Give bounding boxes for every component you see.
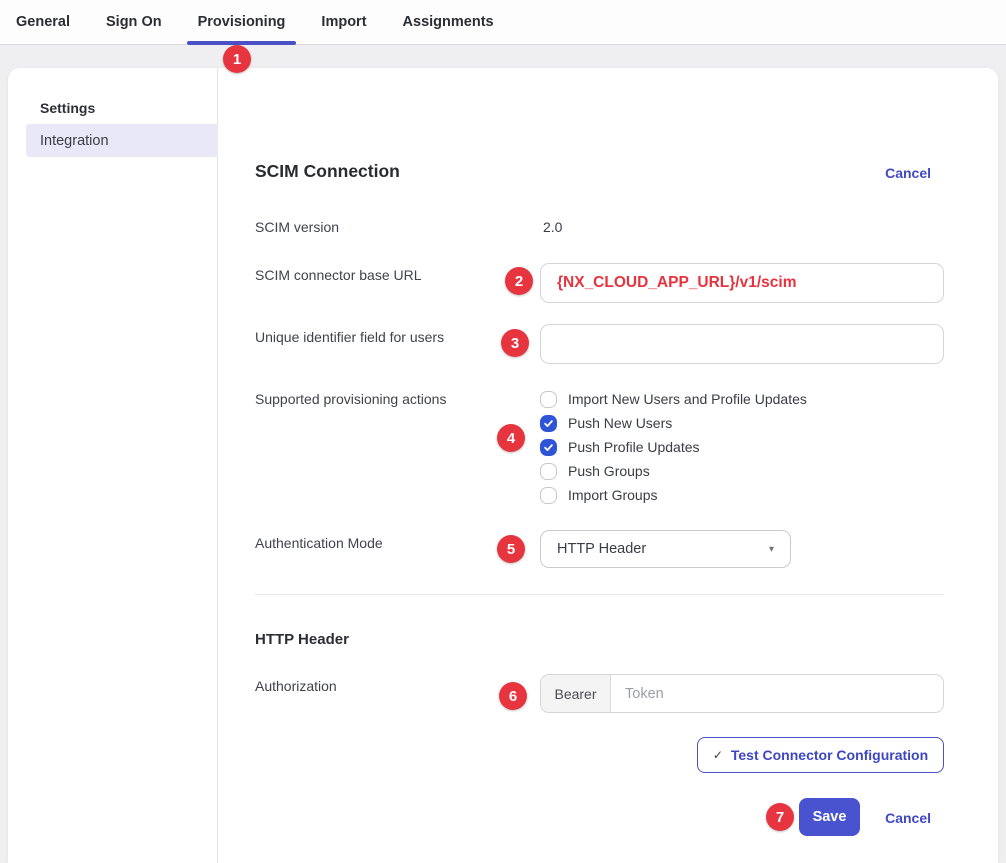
unique-id-input[interactable] [540, 324, 944, 364]
checkbox-unchecked-icon[interactable] [540, 487, 557, 504]
scim-version-value: 2.0 [543, 219, 562, 235]
sidebar-item-integration[interactable]: Integration [26, 124, 218, 157]
auth-mode-selected-value: HTTP Header [557, 541, 646, 557]
tab-provisioning[interactable]: Provisioning [187, 0, 297, 44]
section-divider [255, 594, 944, 595]
auth-mode-label: Authentication Mode [255, 535, 383, 551]
annotation-badge-3: 3 [501, 329, 529, 357]
authorization-label: Authorization [255, 678, 337, 694]
tab-sign-on[interactable]: Sign On [95, 0, 173, 44]
provisioning-actions-label: Supported provisioning actions [255, 391, 446, 407]
authorization-input-group: Bearer [540, 674, 944, 713]
provisioning-action-option[interactable]: Push Groups [540, 459, 807, 483]
tab-bar: General Sign On Provisioning Import Assignme… [0, 0, 1006, 45]
unique-id-label: Unique identifier field for users [255, 329, 444, 345]
http-header-section-title: HTTP Header [255, 631, 349, 648]
settings-sidebar: Settings Integration [8, 68, 218, 863]
test-connector-button[interactable]: ✓ Test Connector Configuration [697, 737, 944, 773]
checkbox-unchecked-icon[interactable] [540, 463, 557, 480]
checkbox-unchecked-icon[interactable] [540, 391, 557, 408]
provisioning-card: Settings Integration SCIM Connection Can… [8, 68, 998, 863]
annotation-badge-4: 4 [497, 424, 525, 452]
checkbox-label: Push Groups [568, 463, 650, 479]
cancel-link-top[interactable]: Cancel [885, 165, 931, 181]
scim-version-label: SCIM version [255, 219, 339, 235]
annotation-badge-6: 6 [499, 682, 527, 710]
tab-assignments[interactable]: Assignments [392, 0, 505, 44]
provisioning-action-option[interactable]: Import Groups [540, 483, 807, 507]
checkbox-label: Push Profile Updates [568, 439, 700, 455]
test-connector-button-label: Test Connector Configuration [731, 747, 928, 763]
base-url-input[interactable] [540, 263, 944, 303]
chevron-down-icon: ▾ [769, 544, 774, 555]
checkbox-label: Push New Users [568, 415, 672, 431]
checkbox-label: Import Groups [568, 487, 657, 503]
tab-general[interactable]: General [5, 0, 81, 44]
tab-import[interactable]: Import [310, 0, 377, 44]
provisioning-action-option[interactable]: Push New Users [540, 411, 807, 435]
annotation-badge-2: 2 [505, 267, 533, 295]
provisioning-actions-list: Import New Users and Profile Updates Push… [540, 387, 807, 507]
provisioning-action-option[interactable]: Import New Users and Profile Updates [540, 387, 807, 411]
checkbox-checked-icon[interactable] [540, 439, 557, 456]
auth-mode-select[interactable]: HTTP Header ▾ [540, 530, 791, 568]
bearer-prefix: Bearer [541, 675, 611, 712]
annotation-badge-7: 7 [766, 803, 794, 831]
save-button[interactable]: Save [799, 798, 860, 836]
page-title: SCIM Connection [255, 161, 400, 182]
provisioning-action-option[interactable]: Push Profile Updates [540, 435, 807, 459]
annotation-badge-1: 1 [223, 45, 251, 73]
base-url-label: SCIM connector base URL [255, 267, 422, 283]
token-input[interactable] [611, 675, 943, 712]
cancel-link-bottom[interactable]: Cancel [885, 810, 931, 826]
sidebar-header: Settings [40, 100, 95, 116]
checkbox-checked-icon[interactable] [540, 415, 557, 432]
annotation-badge-5: 5 [497, 535, 525, 563]
checkbox-label: Import New Users and Profile Updates [568, 391, 807, 407]
check-icon: ✓ [713, 748, 723, 762]
